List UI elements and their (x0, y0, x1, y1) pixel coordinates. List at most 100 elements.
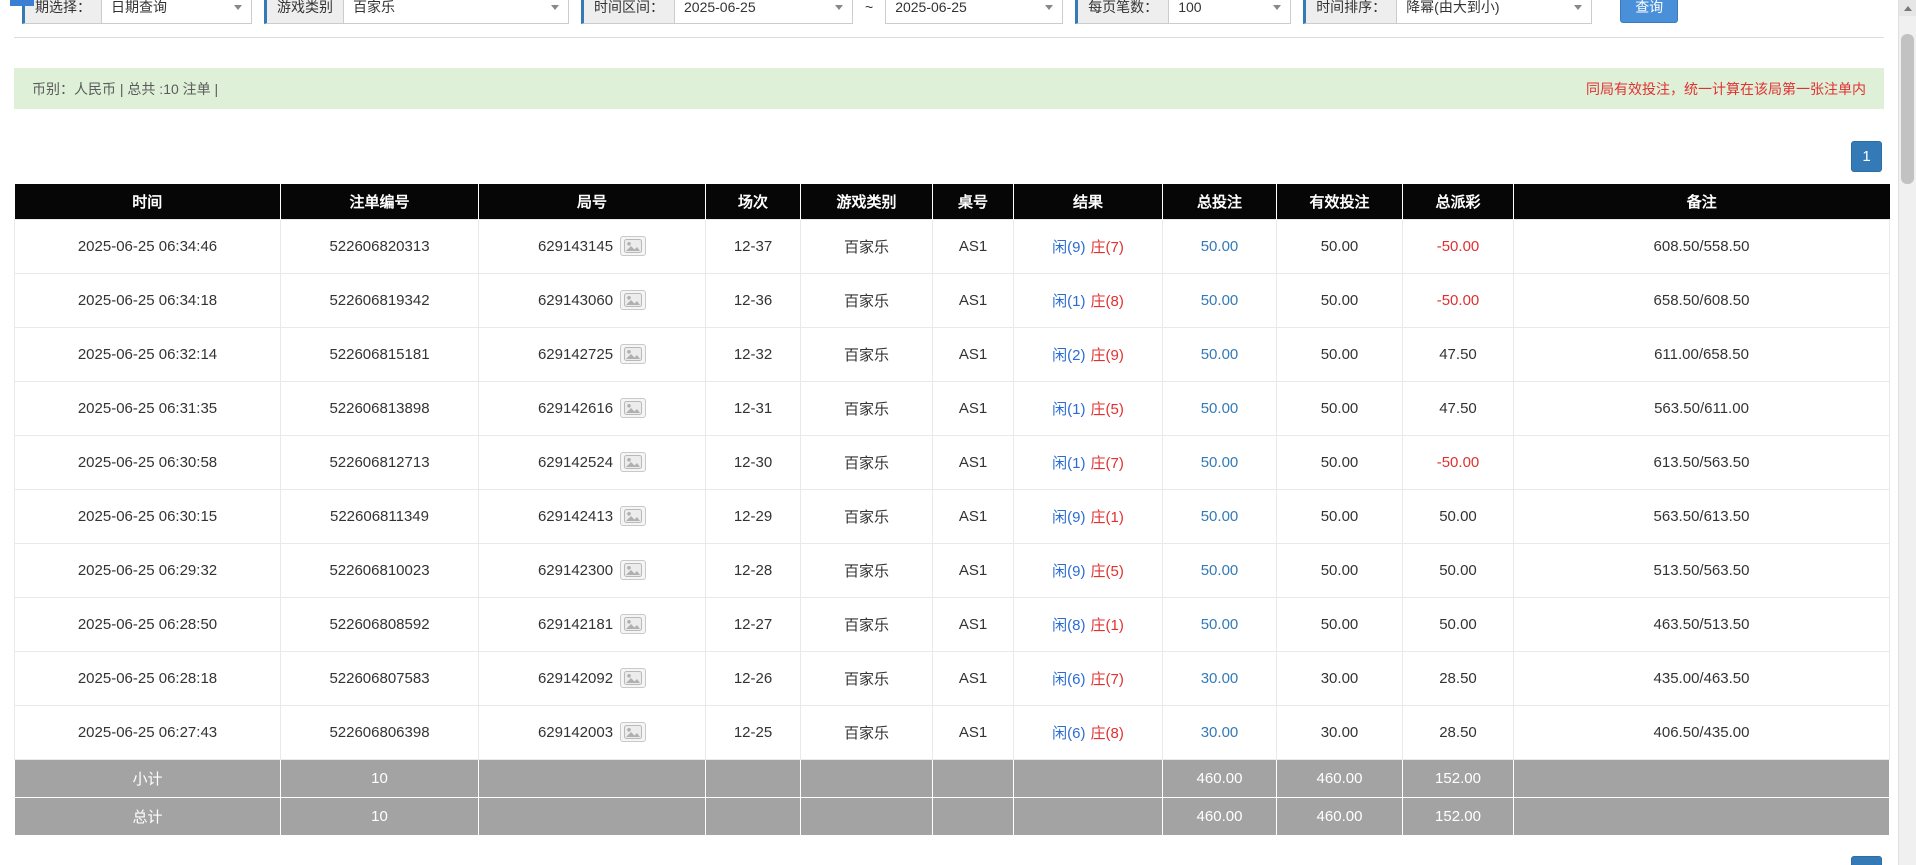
cell-total-bet: 30.00 (1163, 651, 1277, 705)
round-result-icon[interactable] (620, 398, 646, 418)
search-button[interactable]: 查询 (1620, 0, 1678, 23)
page-size-select[interactable]: 100 (1169, 0, 1291, 24)
cell-round-number: 629142524 (479, 435, 706, 489)
filter-group-sort: 时间排序： 降幂(由大到小) (1303, 0, 1592, 24)
table-row: 2025-06-25 06:30:58522606812713629142524… (15, 435, 1890, 489)
cell-payout: -50.00 (1403, 435, 1514, 489)
player-result: 闲(9) (1052, 563, 1085, 580)
cell-session: 12-28 (706, 543, 801, 597)
banker-result: 庄(5) (1091, 563, 1124, 580)
pagination-top: 1 (14, 141, 1882, 172)
cell-session: 12-29 (706, 489, 801, 543)
page-1-button[interactable]: 1 (1851, 856, 1882, 865)
cell-remark: 611.00/658.50 (1514, 327, 1890, 381)
column-header: 总投注 (1163, 184, 1277, 219)
date-to-select[interactable]: 2025-06-25 (885, 0, 1063, 24)
total-bet-link[interactable]: 50.00 (1201, 238, 1239, 255)
table-row: 2025-06-25 06:28:50522606808592629142181… (15, 597, 1890, 651)
cell-result: 闲(9)庄(1) (1014, 489, 1163, 543)
round-result-icon[interactable] (620, 452, 646, 472)
cell-table-number: AS1 (933, 381, 1014, 435)
filter-group-game-type: 游戏类别 百家乐 (264, 0, 569, 24)
cell-payout: 28.50 (1403, 705, 1514, 759)
cell-time: 2025-06-25 06:34:46 (15, 219, 281, 273)
round-result-icon[interactable] (620, 344, 646, 364)
summary-payout: 152.00 (1403, 797, 1514, 835)
table-row: 2025-06-25 06:32:14522606815181629142725… (15, 327, 1890, 381)
sort-select[interactable]: 降幂(由大到小) (1397, 0, 1592, 24)
cell-payout: 50.00 (1403, 543, 1514, 597)
round-result-icon[interactable] (620, 290, 646, 310)
summary-count: 10 (281, 797, 479, 835)
round-result-icon[interactable] (620, 560, 646, 580)
summary-empty-cell (1014, 759, 1163, 797)
cell-bet-number: 522606806398 (281, 705, 479, 759)
banker-result: 庄(8) (1091, 293, 1124, 310)
chevron-down-icon (1574, 5, 1582, 10)
time-range-label: 时间区间： (581, 0, 675, 24)
total-bet-link[interactable]: 50.00 (1201, 346, 1239, 363)
cell-remark: 563.50/613.50 (1514, 489, 1890, 543)
cell-game-type: 百家乐 (801, 219, 933, 273)
summary-empty-cell (1514, 759, 1890, 797)
cell-game-type: 百家乐 (801, 543, 933, 597)
cell-bet-number: 522606813898 (281, 381, 479, 435)
cell-session: 12-26 (706, 651, 801, 705)
cell-table-number: AS1 (933, 705, 1014, 759)
cell-total-bet: 50.00 (1163, 327, 1277, 381)
column-header: 有效投注 (1277, 184, 1403, 219)
cell-result: 闲(9) 庄(5) (1014, 543, 1163, 597)
round-result-icon[interactable] (620, 614, 646, 634)
total-bet-link[interactable]: 50.00 (1201, 562, 1239, 579)
total-bet-link[interactable]: 30.00 (1201, 724, 1239, 741)
player-result: 闲(6) (1052, 725, 1085, 742)
period-select[interactable]: 日期查询 (102, 0, 252, 24)
cell-bet-number: 522606808592 (281, 597, 479, 651)
filter-panel: 期选择： 日期查询 游戏类别 百家乐 时间区间： 2025-06-25 (14, 0, 1884, 38)
round-result-icon[interactable] (620, 722, 646, 742)
info-bar: 币别：人民币 | 总共 :10 注单 | 同局有效投注，统一计算在该局第一张注单… (14, 68, 1884, 109)
round-result-icon[interactable] (620, 236, 646, 256)
cell-game-type: 百家乐 (801, 327, 933, 381)
scrollbar-up-button[interactable] (1899, 0, 1916, 16)
cell-remark: 513.50/563.50 (1514, 543, 1890, 597)
cell-time: 2025-06-25 06:34:18 (15, 273, 281, 327)
round-result-icon[interactable] (620, 506, 646, 526)
summary-payout: 152.00 (1403, 759, 1514, 797)
round-number: 629142616 (538, 400, 613, 417)
filter-group-period: 期选择： 日期查询 (22, 0, 252, 24)
summary-empty-cell (933, 759, 1014, 797)
cell-total-bet: 50.00 (1163, 273, 1277, 327)
total-bet-link[interactable]: 50.00 (1201, 292, 1239, 309)
period-label: 期选择： (22, 0, 102, 24)
banker-result: 庄(9) (1091, 347, 1124, 364)
total-bet-link[interactable]: 50.00 (1201, 508, 1239, 525)
cell-bet-number: 522606811349 (281, 489, 479, 543)
total-bet-link[interactable]: 50.00 (1201, 616, 1239, 633)
banker-result: 庄(5) (1091, 401, 1124, 418)
cell-table-number: AS1 (933, 543, 1014, 597)
column-header: 总派彩 (1403, 184, 1514, 219)
summary-empty-cell (706, 797, 801, 835)
cell-session: 12-37 (706, 219, 801, 273)
round-result-icon[interactable] (620, 668, 646, 688)
cell-round-number: 629143145 (479, 219, 706, 273)
scrollbar-thumb[interactable] (1901, 34, 1914, 184)
banker-result: 庄(7) (1091, 455, 1124, 472)
summary-valid-bet: 460.00 (1277, 759, 1403, 797)
game-type-select[interactable]: 百家乐 (344, 0, 569, 24)
cell-valid-bet: 30.00 (1277, 705, 1403, 759)
total-bet-link[interactable]: 50.00 (1201, 400, 1239, 417)
cell-payout: -50.00 (1403, 219, 1514, 273)
round-number: 629142413 (538, 508, 613, 525)
summary-label: 总计 (15, 797, 281, 835)
page-1-button[interactable]: 1 (1851, 141, 1882, 172)
bet-table-header-row: 时间注单编号局号场次游戏类别桌号结果总投注有效投注总派彩备注 (15, 184, 1890, 219)
cell-bet-number: 522606820313 (281, 219, 479, 273)
total-bet-link[interactable]: 50.00 (1201, 454, 1239, 471)
date-from-select[interactable]: 2025-06-25 (675, 0, 853, 24)
total-bet-link[interactable]: 30.00 (1201, 670, 1239, 687)
player-result: 闲(2) (1052, 347, 1085, 364)
cell-valid-bet: 50.00 (1277, 327, 1403, 381)
cell-payout: 47.50 (1403, 327, 1514, 381)
